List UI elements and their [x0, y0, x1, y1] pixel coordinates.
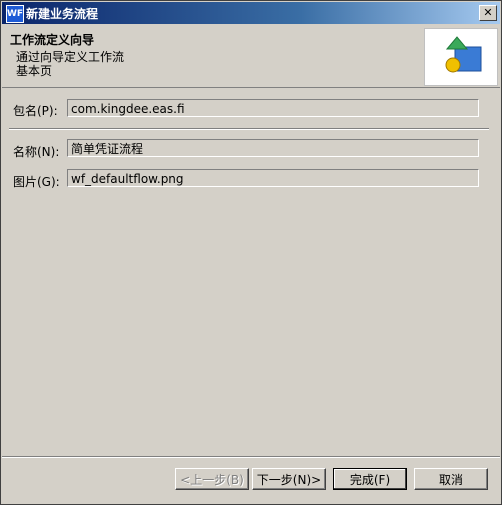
- wizard-header: 工作流定义向导 通过向导定义工作流 基本页: [2, 25, 500, 88]
- package-label: 包名(P):: [13, 104, 58, 118]
- image-field[interactable]: wf_defaultflow.png: [67, 169, 479, 187]
- wizard-window: WF 新建业务流程 ✕ 工作流定义向导 通过向导定义工作流 基本页 包名(P):…: [0, 0, 502, 505]
- package-field[interactable]: com.kingdee.eas.fi: [67, 99, 479, 117]
- workflow-shapes-icon: [424, 28, 498, 86]
- next-button[interactable]: 下一步(N)>: [252, 468, 326, 490]
- close-icon[interactable]: ✕: [479, 5, 497, 21]
- image-label: 图片(G):: [13, 175, 60, 189]
- wizard-title: 工作流定义向导: [10, 33, 95, 47]
- name-field[interactable]: 简单凭证流程: [67, 139, 479, 157]
- wf-app-icon: WF: [6, 5, 24, 23]
- cancel-button[interactable]: 取消: [414, 468, 488, 490]
- wizard-desc-line2: 基本页: [16, 64, 53, 78]
- wizard-description: 通过向导定义工作流 基本页: [16, 50, 124, 78]
- title-bar[interactable]: WF 新建业务流程 ✕: [2, 2, 500, 24]
- form-separator: [9, 128, 489, 130]
- back-button[interactable]: <上一步(B): [175, 468, 249, 490]
- bottom-separator: [2, 456, 500, 458]
- name-label: 名称(N):: [13, 145, 60, 159]
- finish-button[interactable]: 完成(F): [333, 468, 407, 490]
- window-title: 新建业务流程: [26, 7, 99, 21]
- wizard-desc-line1: 通过向导定义工作流: [16, 50, 125, 64]
